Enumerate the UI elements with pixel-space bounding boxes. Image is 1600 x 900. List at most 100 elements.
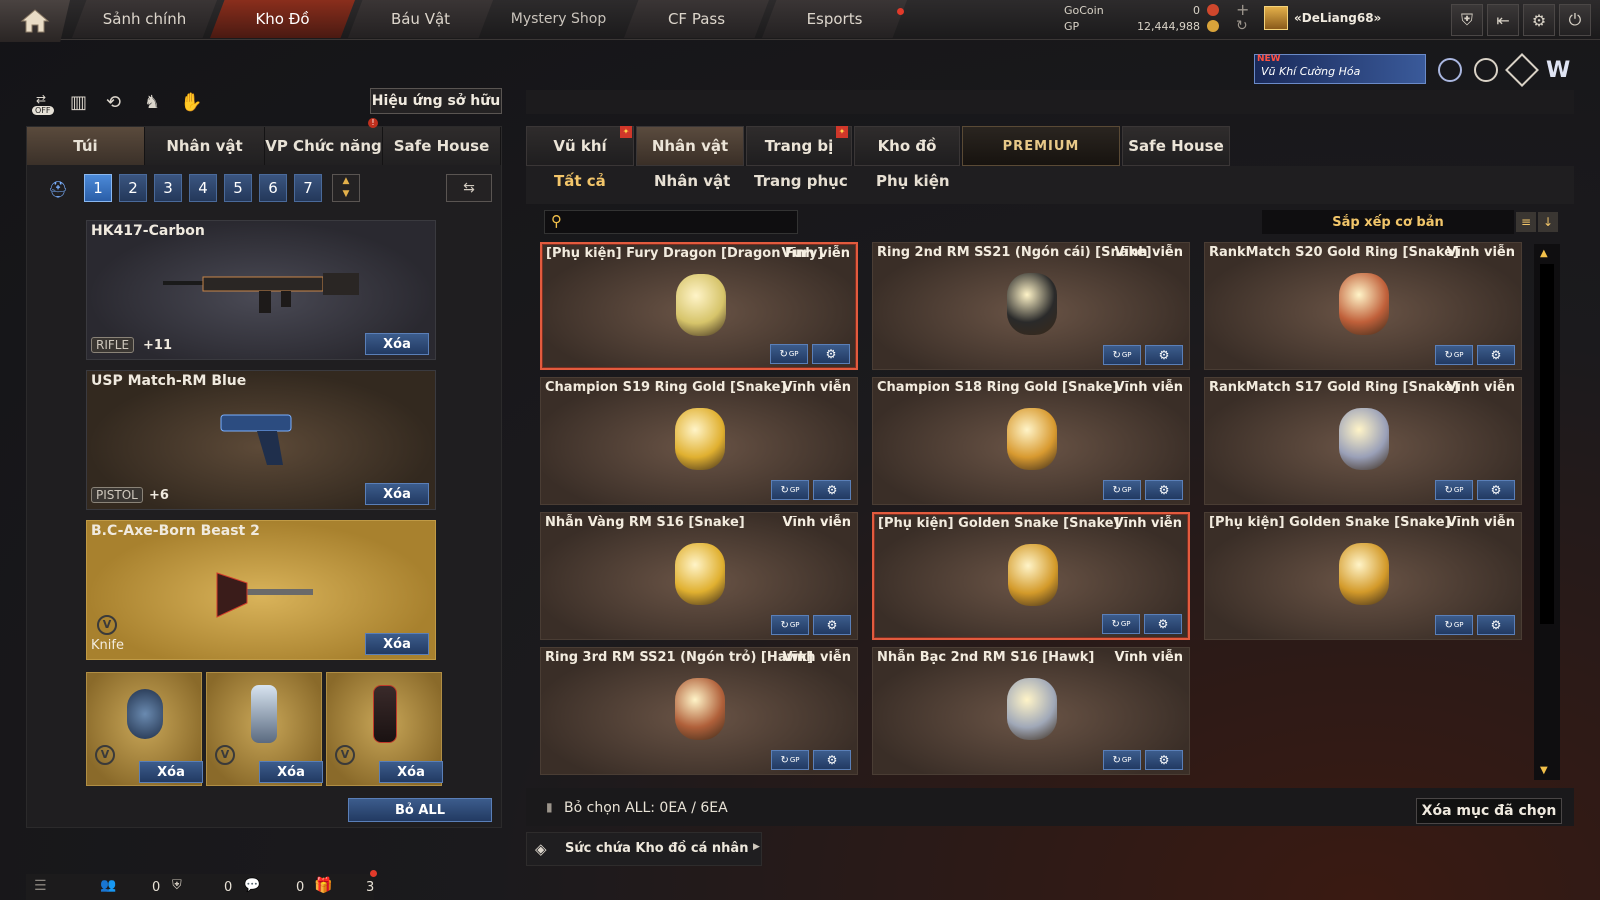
power-icon[interactable]: ⏻ (1559, 4, 1591, 36)
swap-preset-icon[interactable]: ⇆ (446, 174, 492, 202)
character-icon[interactable]: ♞ (144, 92, 160, 113)
tab-characters[interactable]: Nhân vật (636, 126, 744, 166)
page-4-button[interactable]: 4 (189, 174, 217, 202)
nav-tab-lobby[interactable]: Sảnh chính (72, 0, 217, 38)
scroll-thumb[interactable] (1540, 264, 1554, 624)
history-icon[interactable]: ⟲ (106, 92, 121, 113)
scrollbar[interactable]: ▲ ▼ (1534, 244, 1560, 780)
delete-button[interactable]: Xóa (139, 761, 203, 783)
nav-tab-esports[interactable]: Esports (762, 0, 907, 38)
item-settings-button[interactable]: ⚙ (1477, 480, 1515, 500)
page-7-button[interactable]: 7 (294, 174, 322, 202)
clan-status-icon[interactable]: ⛨ (172, 878, 182, 893)
filter-costume[interactable]: Trang phục (754, 172, 848, 190)
add-coin-icon[interactable]: + (1236, 0, 1249, 19)
item-card[interactable]: [Phụ kiện] Fury Dragon [Dragon Fury] Vĩnh… (540, 242, 858, 370)
clear-all-button[interactable]: Bỏ ALL (348, 798, 492, 822)
item-card[interactable]: Champion S18 Ring Gold [Snake] Vĩnh viễn ↻… (872, 377, 1190, 505)
item-settings-button[interactable]: ⚙ (1144, 614, 1182, 634)
sort-direction-icon[interactable]: ↓ (1538, 212, 1558, 232)
item-settings-button[interactable]: ⚙ (1145, 480, 1183, 500)
tab-safe-house[interactable]: Safe House (1122, 126, 1230, 166)
search-input[interactable] (571, 213, 791, 231)
glove-icon[interactable]: ✋ (180, 92, 202, 113)
grenade-slot-3[interactable]: V Xóa (326, 672, 443, 786)
filter-character[interactable]: Nhân vật (654, 172, 730, 190)
item-card[interactable]: Champion S19 Ring Gold [Snake] Vĩnh viễn ↻… (540, 377, 858, 505)
item-settings-button[interactable]: ⚙ (813, 750, 851, 770)
item-settings-button[interactable]: ⚙ (1477, 615, 1515, 635)
item-card[interactable]: [Phụ kiện] Golden Snake [Snake] Vĩnh viễn… (1204, 512, 1522, 640)
page-6-button[interactable]: 6 (259, 174, 287, 202)
weapon-upgrade-banner[interactable]: NEW Vũ Khí Cường Hóa (1254, 54, 1426, 84)
user-name[interactable]: «DeLiang68» (1294, 11, 1381, 25)
scroll-up-arrow[interactable]: ▲ (1540, 248, 1548, 259)
grenade-slot-1[interactable]: V Xóa (86, 672, 203, 786)
delete-button[interactable]: Xóa (259, 761, 323, 783)
tab-weapons[interactable]: Vũ khí (526, 126, 634, 166)
page-1-button[interactable]: 1 (84, 174, 112, 202)
item-settings-button[interactable]: ⚙ (813, 615, 851, 635)
item-settings-button[interactable]: ⚙ (812, 344, 850, 364)
item-settings-button[interactable]: ⚙ (1477, 345, 1515, 365)
page-3-button[interactable]: 3 (154, 174, 182, 202)
item-card[interactable]: Nhẫn Bạc 2nd RM S16 [Hawk] Vĩnh viễn ↻ GP ⚙ (872, 647, 1190, 775)
item-card[interactable]: Ring 2nd RM SS21 (Ngón cái) [Snake] Vĩnh … (872, 242, 1190, 370)
delete-selected-button[interactable]: Xóa mục đã chọn (1416, 798, 1562, 824)
weapon-slot-secondary[interactable]: USP Match-RM Blue PISTOL +6 Xóa (86, 370, 436, 510)
delete-button[interactable]: Xóa (365, 483, 429, 505)
item-card[interactable]: RankMatch S20 Gold Ring [Snake] Vĩnh viễn… (1204, 242, 1522, 370)
tab-character[interactable]: Nhân vật (145, 127, 265, 165)
tab-safe-house[interactable]: Safe House (383, 127, 501, 165)
crest-icon[interactable] (1505, 53, 1539, 87)
capacity-button[interactable]: ◈ Sức chứa Kho đồ cá nhân ▶ (526, 832, 762, 866)
grenade-slot-2[interactable]: V Xóa (206, 672, 323, 786)
item-settings-button[interactable]: ⚙ (813, 480, 851, 500)
convert-gp-button[interactable]: ↻ GP (1103, 480, 1141, 500)
item-card[interactable]: RankMatch S17 Gold Ring [Snake] Vĩnh viễn… (1204, 377, 1522, 505)
nav-tab-mystery-shop[interactable]: Mystery Shop (486, 0, 631, 38)
convert-gp-button[interactable]: ↻ GP (771, 615, 809, 635)
list-view-icon[interactable]: ≡ (1516, 212, 1536, 232)
delete-button[interactable]: Xóa (379, 761, 443, 783)
clan-icon[interactable]: ⛨ (1451, 4, 1483, 36)
nav-tab-cf-pass[interactable]: CF Pass (624, 0, 769, 38)
exit-room-icon[interactable]: ⇤ (1487, 4, 1519, 36)
filter-all[interactable]: Tất cả (554, 172, 606, 190)
delete-button[interactable]: Xóa (365, 333, 429, 355)
weapon-slot-primary[interactable]: HK417-Carbon RIFLE +11 Xóa (86, 220, 436, 360)
convert-gp-button[interactable]: ↻ GP (771, 480, 809, 500)
filter-accessory[interactable]: Phụ kiện (876, 172, 950, 190)
tab-vp-function[interactable]: VP Chức năng (265, 127, 383, 165)
nav-tab-inventory[interactable]: Kho Đồ (210, 0, 355, 38)
tab-premium[interactable]: PREMIUM (962, 126, 1120, 166)
convert-gp-button[interactable]: ↻ GP (1103, 750, 1141, 770)
nav-tab-treasure[interactable]: Báu Vật (348, 0, 493, 38)
item-settings-button[interactable]: ⚙ (1145, 345, 1183, 365)
sort-dropdown[interactable]: Sắp xếp cơ bản (1262, 210, 1514, 234)
search-box[interactable]: ⚲ (544, 210, 798, 234)
gift-box-icon[interactable]: 🎁 (314, 876, 333, 894)
toggle-off-button[interactable]: OFF ⇄ (30, 92, 58, 118)
gear-icon[interactable]: ⚙ (1523, 4, 1555, 36)
shield-v-icon[interactable] (1438, 58, 1462, 82)
chat-icon[interactable]: 💬 (244, 878, 260, 893)
menu-icon[interactable]: ☰ (34, 878, 47, 894)
page-scroll-arrows[interactable]: ▲ ▼ (332, 174, 360, 202)
friends-icon[interactable]: 👥 (100, 878, 116, 893)
convert-gp-button[interactable]: ↻ GP (1435, 345, 1473, 365)
convert-gp-button[interactable]: ↻ GP (770, 344, 808, 364)
home-button[interactable] (0, 0, 70, 42)
vip-icon[interactable]: W (1546, 58, 1570, 83)
globe-icon[interactable] (1474, 58, 1498, 82)
tab-storage[interactable]: Kho đồ (854, 126, 960, 166)
tab-bag[interactable]: Túi (27, 127, 145, 165)
ranking-icon[interactable]: ▥ (70, 92, 87, 113)
scroll-down-arrow[interactable]: ▼ (1540, 765, 1548, 776)
convert-gp-button[interactable]: ↻ GP (1102, 614, 1140, 634)
item-card[interactable]: Ring 3rd RM SS21 (Ngón trỏ) [Hawk] Vĩnh v… (540, 647, 858, 775)
weapon-slot-melee[interactable]: B.C-Axe-Born Beast 2 V Knife Xóa (86, 520, 436, 660)
convert-gp-button[interactable]: ↻ GP (1435, 615, 1473, 635)
page-5-button[interactable]: 5 (224, 174, 252, 202)
item-card[interactable]: Nhẫn Vàng RM S16 [Snake] Vĩnh viễn ↻ GP ⚙ (540, 512, 858, 640)
